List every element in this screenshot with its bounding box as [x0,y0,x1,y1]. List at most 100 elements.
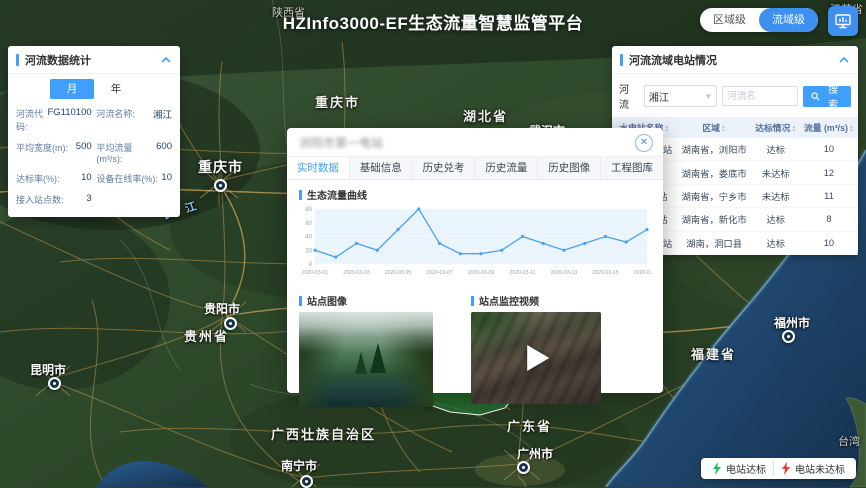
station-detail-modal: 浏阳市第一电站 ✕ 实时数据基础信息历史兑考历史流量历史图像工程图库 生态流量曲… [287,128,663,393]
station-video-thumbnail[interactable] [471,312,601,404]
stat-label: 接入站点数: [16,193,64,206]
app-root: 陕西省江苏省重庆市湖北省武汉市重庆市贵阳市贵州省昆明市广西壮族自治区南宁市广东省… [0,0,866,487]
period-tab[interactable]: 月 [50,79,94,99]
data-point [313,249,316,252]
x-tick-label: 2020-03-15 [592,270,619,276]
collapse-chevron-up-icon[interactable] [160,54,172,66]
river-stats-header: 河流数据统计 [8,46,180,74]
chevron-down-icon: ▼ [704,92,712,101]
y-tick-label: 0 [309,262,313,268]
table-cell: 达标 [752,208,800,231]
search-icon [811,92,820,101]
data-point [583,242,586,245]
modal-tab[interactable]: 历史图像 [538,157,601,179]
play-icon[interactable] [527,345,549,371]
accent-bar [16,54,19,66]
modal-title-blurred: 浏阳市第一电站 [299,134,383,151]
station-status-legend: 电站达标 电站未达标 [701,458,856,479]
sort-icon[interactable]: ▲▼ [721,125,726,133]
data-point [459,252,462,255]
modal-tab[interactable]: 历史兑考 [413,157,476,179]
x-tick-label: 2020-03-17 [634,270,651,276]
station-video-title: 站点监控视频 [479,293,539,308]
column-header[interactable]: 达标情况▲▼ [752,117,800,138]
table-cell: 未达标 [752,184,800,207]
modal-tab[interactable]: 实时数据 [287,157,350,179]
monitor-chart-icon [834,12,852,30]
modal-tab[interactable]: 基础信息 [350,157,413,179]
station-filter-controls: 河流 湘江 ▼ 搜索 [612,74,858,117]
legend-item: 电站未达标 [773,461,852,476]
city-marker[interactable] [517,461,530,474]
stat-value: FG110100 [47,107,91,133]
data-point [604,235,607,238]
stat-cell-empty [96,189,172,210]
sort-down-icon: ▼ [791,129,796,133]
river-stats-title: 河流数据统计 [25,52,160,68]
station-image-section: 站点图像 [299,293,471,407]
mode-option[interactable]: 区域级 [700,8,759,32]
stat-field: 平均宽度(m):500 [16,137,92,168]
stat-field: 接入站点数:3 [16,189,92,210]
station-video-section: 站点监控视频 [471,293,651,407]
stat-value: 10 [81,172,92,185]
stat-value: 湘江 [153,107,172,133]
data-point [334,256,337,259]
level-mode-toggle[interactable]: 区域级流域级 [700,8,818,32]
modal-tab[interactable]: 历史流量 [475,157,538,179]
data-point [479,252,482,255]
stats-row: 河流代码:FG110100河流名称: 湘江 [16,103,172,137]
period-tab[interactable]: 年 [94,79,138,99]
table-cell: 未达标 [752,161,800,184]
flow-curve-section-title: 生态流量曲线 [299,187,651,202]
sort-icon[interactable]: ▲▼ [664,125,669,133]
close-icon[interactable]: ✕ [635,134,653,152]
collapse-chevron-up-icon[interactable] [838,54,850,66]
city-marker[interactable] [48,377,61,390]
modal-header: 浏阳市第一电站 [287,128,663,156]
stats-row: 接入站点数:3 [16,189,172,210]
search-button-label: 搜索 [823,81,843,111]
modal-body: 生态流量曲线 0204060802020-03-012020-03-032020… [287,180,663,407]
data-point [417,207,420,210]
column-label: 达标情况 [755,123,790,133]
column-header[interactable]: 区域▲▼ [677,117,752,138]
basin-stations-header: 河流流域电站情况 [612,46,858,74]
sort-icon[interactable]: ▲▼ [849,125,854,133]
sort-icon[interactable]: ▲▼ [791,125,796,133]
city-marker[interactable] [300,475,313,488]
table-cell: 湖南省，娄底市 [677,161,752,184]
river-select[interactable]: 湘江 ▼ [644,85,717,107]
lightning-bolt-icon [712,462,722,475]
mode-option[interactable]: 流域级 [759,8,818,32]
city-marker[interactable] [782,330,795,343]
legend-label: 电站达标 [726,461,766,476]
x-tick-label: 2020-03-11 [509,270,535,276]
y-tick-label: 20 [305,248,312,254]
modal-tab[interactable]: 工程图库 [601,157,663,179]
city-marker[interactable] [214,179,227,192]
table-cell: 湖南省，新化市 [677,208,752,231]
river-stats-panel: 河流数据统计 月年 河流代码:FG110100河流名称: 湘江平均宽度(m):50… [8,46,180,217]
stat-label: 河流名称: [96,107,135,133]
stat-label: 平均宽度(m): [16,141,68,164]
station-photo[interactable] [299,312,433,407]
sort-down-icon: ▼ [664,129,669,133]
city-marker[interactable] [224,317,237,330]
river-select-label: 河流 [619,81,639,111]
data-point [500,249,503,252]
x-tick-label: 2020-03-01 [302,270,329,276]
y-tick-label: 80 [305,207,312,213]
legend-item: 电站达标 [705,461,773,476]
search-button[interactable]: 搜索 [803,86,851,107]
dashboard-button[interactable] [828,6,858,36]
legend-label: 电站未达标 [795,461,845,476]
column-header[interactable]: 流量 (m³/s)▲▼ [800,117,858,138]
accent-bar [620,54,623,66]
column-label: 区域 [702,123,720,133]
data-point [355,242,358,245]
stat-label: 平均流量(m³/s): [96,141,156,164]
table-cell: 湖南省，宁乡市 [677,184,752,207]
station-search-input[interactable] [722,86,798,106]
stat-field: 河流代码:FG110100 [16,103,92,137]
